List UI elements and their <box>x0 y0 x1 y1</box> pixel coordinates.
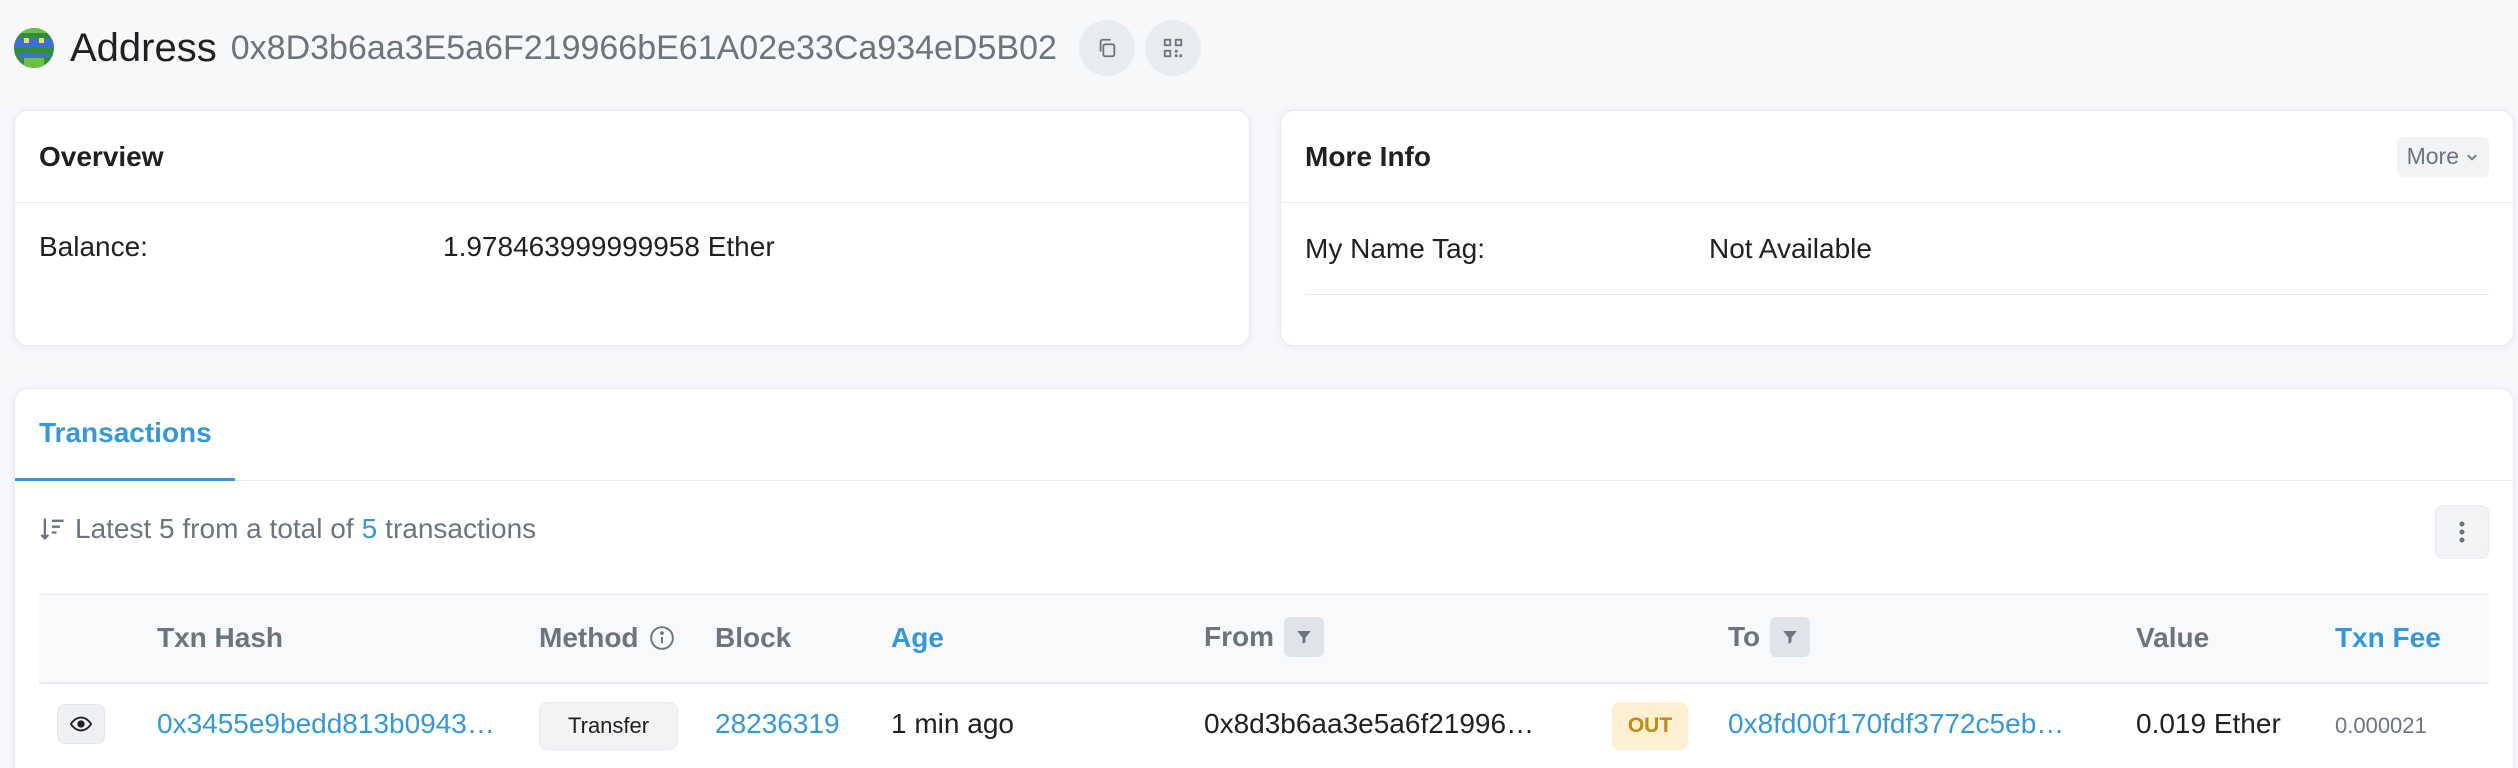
from-filter-button[interactable] <box>1284 617 1324 657</box>
filter-icon <box>1297 631 1311 644</box>
active-tab-indicator <box>15 478 235 481</box>
transactions-card: Transactions Latest 5 from a total of 5 … <box>14 388 2514 768</box>
copy-address-button[interactable] <box>1078 20 1135 76</box>
from-address: 0x8d3b6aa3e5a6f21996… <box>1204 708 1535 739</box>
txn-fee-value: 0.000021 <box>2335 713 2427 738</box>
address-hash: 0x8D3b6aa3E5a6F219966bE61A02e33Ca934eD5B… <box>230 28 1057 67</box>
col-age[interactable]: Age <box>891 622 944 654</box>
address-avatar-icon <box>14 28 54 68</box>
more-vertical-icon <box>2459 521 2465 543</box>
col-value: Value <box>2136 622 2210 653</box>
method-badge: Transfer <box>539 702 679 750</box>
block-link[interactable]: 28236319 <box>715 708 840 740</box>
col-from-label: From <box>1204 621 1274 652</box>
col-block: Block <box>715 622 792 653</box>
table-row: 0x3455e9bedd813b0943… Transfer 28236319 … <box>39 686 2489 768</box>
balance-value: 1.978463999999958 Ether <box>443 231 775 262</box>
sort-descending-icon <box>40 518 64 540</box>
col-to-label: To <box>1728 621 1761 652</box>
eye-icon <box>70 716 92 732</box>
qr-code-icon <box>1163 38 1183 58</box>
to-filter-button[interactable] <box>1770 617 1811 657</box>
age-value: 1 min ago <box>891 708 1014 739</box>
tab-bar: Transactions <box>15 389 2513 481</box>
more-info-title: More Info <box>1305 140 1431 172</box>
txn-hash-link[interactable]: 0x3455e9bedd813b0943… <box>157 708 495 740</box>
col-txn-fee[interactable]: Txn Fee <box>2335 622 2441 654</box>
name-tag-value: Not Available <box>1709 232 1872 264</box>
to-address-link[interactable]: 0x8fd00f170fdf3772c5eb… <box>1728 708 2064 740</box>
col-txn-hash: Txn Hash <box>157 622 284 653</box>
overview-card: Overview Balance: 1.978463999999958 Ethe… <box>14 110 1250 346</box>
address-header: Address 0x8D3b6aa3E5a6F219966bE61A02e33C… <box>14 18 1211 78</box>
page-title: Address <box>70 25 217 70</box>
more-info-card-header: More Info More <box>1281 111 2513 203</box>
transactions-summary: Latest 5 from a total of 5 transactions <box>39 513 536 545</box>
name-tag-row: My Name Tag: Not Available <box>1305 203 2489 295</box>
qr-code-button[interactable] <box>1144 20 1201 76</box>
filter-icon <box>1783 631 1797 644</box>
col-method-label: Method <box>539 622 639 653</box>
tab-transactions[interactable]: Transactions <box>39 417 212 449</box>
overview-card-header: Overview <box>15 111 1249 203</box>
direction-badge: OUT <box>1612 702 1688 750</box>
more-info-card: More Info More My Name Tag: Not Availabl… <box>1280 110 2514 346</box>
copy-icon <box>1099 38 1116 58</box>
info-icon[interactable] <box>649 625 675 651</box>
summary-prefix: Latest 5 from a total of <box>75 513 354 544</box>
name-tag-label: My Name Tag: <box>1305 232 1485 264</box>
summary-suffix: transactions <box>385 513 537 544</box>
table-header: Txn Hash Method Block Age From To Value … <box>39 594 2489 684</box>
value-amount: 0.019 Ether <box>2136 708 2281 739</box>
table-options-button[interactable] <box>2435 505 2489 559</box>
balance-row: Balance: 1.978463999999958 Ether <box>15 203 1249 291</box>
summary-total-link[interactable]: 5 <box>362 513 378 545</box>
more-button-label: More <box>2406 143 2459 169</box>
preview-button[interactable] <box>57 704 105 744</box>
chevron-down-icon <box>2467 154 2477 161</box>
more-dropdown-button[interactable]: More <box>2396 136 2489 177</box>
col-method: Method <box>539 622 675 654</box>
col-to: To <box>1728 617 1811 657</box>
overview-title: Overview <box>39 140 164 172</box>
col-from: From <box>1204 617 1324 657</box>
balance-label: Balance: <box>39 231 148 262</box>
